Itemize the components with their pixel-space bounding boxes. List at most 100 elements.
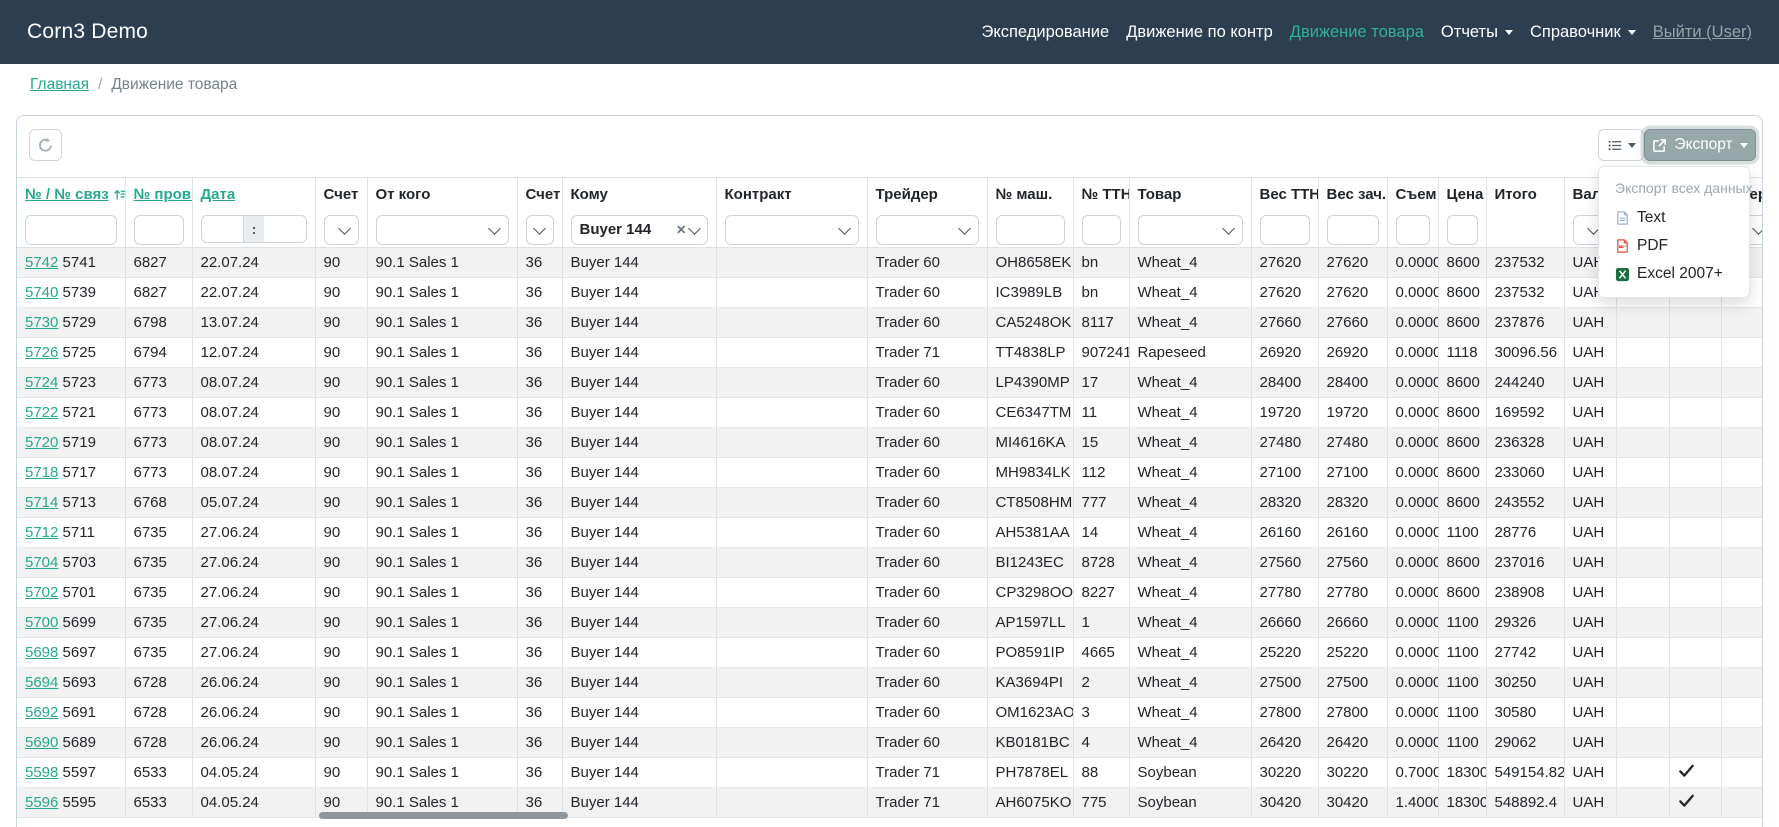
cell-acc-from: 90 [315,398,367,428]
cell-extra1 [1616,788,1669,818]
cell-extra2 [1721,578,1762,608]
row-id-link[interactable]: 5726 [25,344,58,361]
cell-acc-to: 36 [517,398,562,428]
cell-weight-ttn: 27560 [1251,548,1318,578]
filter-select-acc-from[interactable] [324,215,359,245]
cell-product: Wheat_4 [1129,548,1251,578]
filter-input-truck-no[interactable] [996,215,1065,245]
export-text-item[interactable]: Text [1599,204,1749,232]
row-id-link[interactable]: 5700 [25,614,58,631]
cell-verified [1669,458,1721,488]
cell-weight-acc: 30420 [1318,788,1387,818]
filter-cell-weight-acc [1318,211,1387,248]
row-id-link[interactable]: 5714 [25,494,58,511]
row-id-link[interactable]: 5598 [25,764,58,781]
cell-weight-ttn: 26160 [1251,518,1318,548]
nav-item-goods-movement[interactable]: Движение товара [1290,23,1424,42]
filter-input-price[interactable] [1447,215,1478,245]
row-id-link[interactable]: 5702 [25,584,58,601]
filter-select-product[interactable] [1138,215,1243,245]
cell-acc-from: 90 [315,608,367,638]
cell-extra2 [1721,338,1762,368]
cell-acc-to: 36 [517,278,562,308]
filter-select-from[interactable] [376,215,509,245]
cell-trader: Trader 60 [867,308,987,338]
cell-trader: Trader 60 [867,608,987,638]
cell-verified [1669,548,1721,578]
filter-input-id[interactable] [25,215,117,245]
sort-column-link[interactable]: Дата [201,186,236,203]
nav-item-reports[interactable]: Отчеты [1441,23,1513,42]
row-id-link[interactable]: 5692 [25,704,58,721]
sort-column-link[interactable]: № пров. [134,186,193,203]
export-item-label: Text [1637,209,1665,227]
nav-item-expedition[interactable]: Экспедирование [981,23,1109,42]
cell-verified [1669,428,1721,458]
cell-date: 08.07.24 [192,458,315,488]
cell-from: 90.1 Sales 1 [367,278,517,308]
row-id-link[interactable]: 5690 [25,734,58,751]
cell-weight-acc: 26660 [1318,608,1387,638]
filter-select-contract[interactable] [725,215,859,245]
cell-currency: UAH [1564,488,1616,518]
cell-weight-acc: 27620 [1318,248,1387,278]
nav-item-directory[interactable]: Справочник [1530,23,1636,42]
refresh-button[interactable] [29,129,62,161]
filter-combobox-to[interactable]: Buyer 144✕ [571,215,708,245]
date-to-input[interactable] [264,215,307,243]
clear-filter-icon[interactable]: ✕ [676,222,686,237]
export-excel-item[interactable]: Excel 2007+ [1599,260,1749,288]
cell-total: 30096.56 [1486,338,1564,368]
row-id-link[interactable]: 5724 [25,374,58,391]
cell-syom: 0.0000 [1387,728,1438,758]
row-id-link[interactable]: 5730 [25,314,58,331]
filter-date-range[interactable]: : [201,215,307,243]
date-range-separator: : [244,215,264,243]
column-list-button[interactable] [1598,129,1644,161]
filter-input-syom[interactable] [1396,215,1430,245]
cell-prov: 6768 [125,488,192,518]
cell-price: 8600 [1438,578,1486,608]
cell-prov: 6773 [125,458,192,488]
cell-price: 8600 [1438,428,1486,458]
filter-select-acc-to[interactable] [526,215,554,245]
filter-input-weight-ttn[interactable] [1260,215,1310,245]
cell-id: 5596 5595 [17,788,125,818]
cell-weight-ttn: 30220 [1251,758,1318,788]
export-button[interactable]: Экспорт [1644,129,1756,161]
date-from-input[interactable] [201,215,245,243]
logout-link[interactable]: Выйти (User) [1653,23,1752,42]
filter-input-ttn-no[interactable] [1082,215,1121,245]
filter-input-weight-acc[interactable] [1327,215,1379,245]
export-pdf-item[interactable]: PDF [1599,232,1749,260]
brand[interactable]: Corn3 Demo [27,20,148,44]
row-id-link[interactable]: 5698 [25,644,58,661]
row-id-link[interactable]: 5742 [25,254,58,271]
column-header-to: Кому [562,178,716,211]
nav-item-movement-by-contract[interactable]: Движение по контр [1126,23,1273,42]
row-id-link[interactable]: 5694 [25,674,58,691]
cell-currency: UAH [1564,608,1616,638]
column-header-label: № ТТН [1082,186,1130,203]
filter-input-prov[interactable] [134,215,184,245]
sort-column-link[interactable]: № / № связ [25,186,125,203]
cell-trader: Trader 60 [867,518,987,548]
column-header-prov: № пров. [125,178,192,211]
row-id-link[interactable]: 5722 [25,404,58,421]
breadcrumb-home-link[interactable]: Главная [30,76,89,93]
cell-total: 27742 [1486,638,1564,668]
row-id-link[interactable]: 5596 [25,794,58,811]
cell-extra2 [1721,518,1762,548]
cell-from: 90.1 Sales 1 [367,548,517,578]
cell-to: Buyer 144 [562,338,716,368]
row-id-link[interactable]: 5740 [25,284,58,301]
row-id-link[interactable]: 5720 [25,434,58,451]
row-id-link[interactable]: 5718 [25,464,58,481]
row-id-link[interactable]: 5704 [25,554,58,571]
cell-acc-to: 36 [517,248,562,278]
cell-to: Buyer 144 [562,608,716,638]
cell-acc-from: 90 [315,638,367,668]
filter-select-trader[interactable] [876,215,979,245]
row-id-link[interactable]: 5712 [25,524,58,541]
horizontal-scrollbar-thumb[interactable] [319,812,568,819]
